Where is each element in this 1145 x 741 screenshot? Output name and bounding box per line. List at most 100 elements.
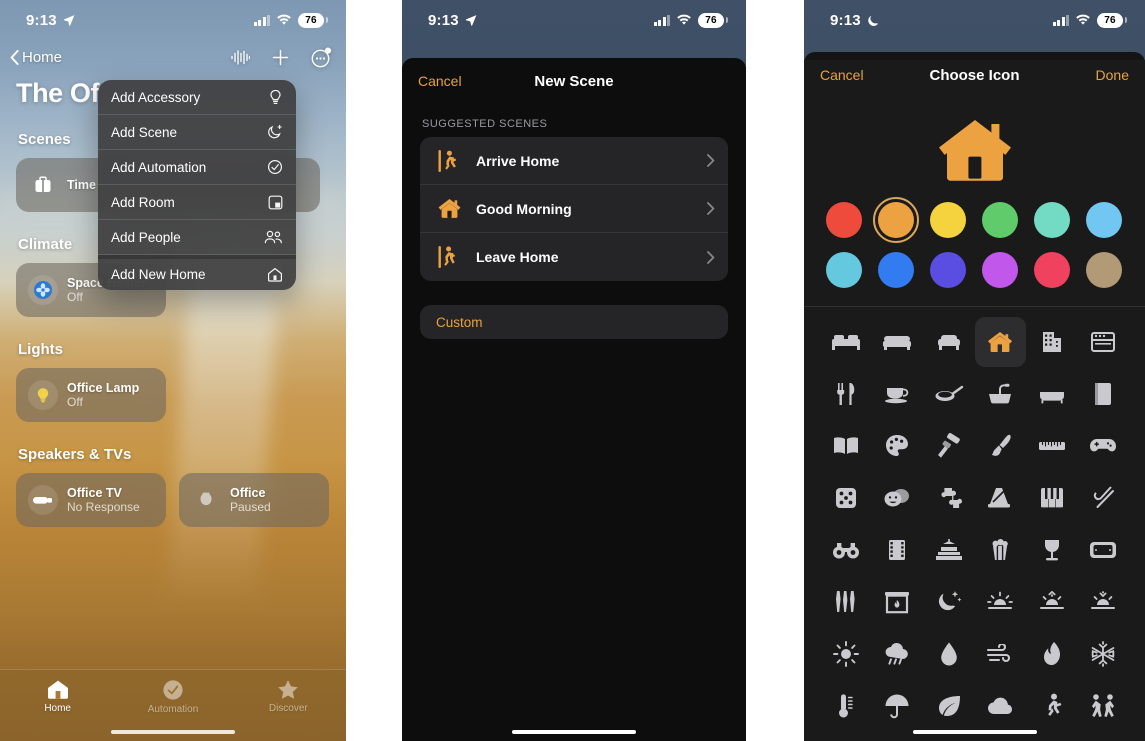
leaf-icon: [938, 695, 960, 716]
accessory-tile[interactable]: Office Paused: [179, 473, 329, 527]
icon-cell-flame[interactable]: [1026, 629, 1078, 679]
icon-cell-pan[interactable]: [923, 369, 975, 419]
icon-cell-gamepad[interactable]: [1078, 421, 1130, 471]
color-swatch-blue[interactable]: [878, 252, 914, 288]
color-swatch-purple[interactable]: [982, 252, 1018, 288]
menu-item-add-room[interactable]: Add Room: [98, 185, 296, 220]
icon-cell-paint-roller[interactable]: [923, 421, 975, 471]
icon-cell-wine-glass[interactable]: [1026, 525, 1078, 575]
menu-item-add-scene[interactable]: Add Scene: [98, 115, 296, 150]
icon-cell-cake[interactable]: [923, 525, 975, 575]
tab-home[interactable]: Home: [16, 679, 100, 714]
tab-discover[interactable]: Discover: [246, 679, 330, 714]
icon-cell-ruler[interactable]: [1026, 421, 1078, 471]
icon-cell-popcorn[interactable]: [975, 525, 1027, 575]
fan-heater-icon: [28, 275, 58, 305]
home-indicator[interactable]: [111, 729, 235, 734]
scene-row-good-morning[interactable]: Good Morning: [420, 185, 728, 233]
icon-cell-armchair[interactable]: [923, 317, 975, 367]
icon-cell-sunset[interactable]: [975, 577, 1027, 627]
icon-cell-moon-stars[interactable]: [923, 577, 975, 627]
icon-cell-house[interactable]: [974, 316, 1026, 367]
menu-item-label: Add Automation: [111, 159, 207, 175]
icon-cell-piano[interactable]: [1026, 473, 1078, 523]
cellular-signal-icon: [1052, 14, 1069, 26]
icon-cell-film-strip[interactable]: [872, 525, 924, 575]
icon-cell-oven[interactable]: [1078, 317, 1130, 367]
icon-cell-binoculars[interactable]: [820, 525, 872, 575]
icon-cell-dice[interactable]: [820, 473, 872, 523]
icon-cell-rain-cloud[interactable]: [872, 629, 924, 679]
icon-cell-paintbrush[interactable]: [975, 421, 1027, 471]
color-swatch-brown[interactable]: [1086, 252, 1122, 288]
icon-cell-teacup[interactable]: [872, 369, 924, 419]
menu-item-add-people[interactable]: Add People: [98, 220, 296, 255]
icon-cell-water-drop[interactable]: [923, 629, 975, 679]
video-box-icon: [1090, 541, 1117, 558]
menu-item-add-automation[interactable]: Add Automation: [98, 150, 296, 185]
tab-automation[interactable]: Automation: [131, 679, 215, 715]
back-button[interactable]: Home: [10, 49, 62, 66]
color-swatch-red[interactable]: [826, 202, 862, 238]
icon-cell-sundown[interactable]: [1078, 577, 1130, 627]
sofa-icon: [883, 335, 912, 350]
custom-scene-card[interactable]: Custom: [420, 305, 728, 339]
plus-icon[interactable]: [272, 49, 289, 66]
cancel-button[interactable]: Cancel: [418, 73, 462, 89]
icon-cell-building[interactable]: [1026, 317, 1078, 367]
icon-cell-tools[interactable]: [820, 577, 872, 627]
color-swatch-pink[interactable]: [1034, 252, 1070, 288]
home-indicator[interactable]: [912, 729, 1037, 734]
icon-cell-sunrise[interactable]: [1026, 577, 1078, 627]
cancel-button[interactable]: Cancel: [820, 67, 864, 83]
status-bar-1: 9:13 76: [0, 0, 346, 40]
icon-cell-wind[interactable]: [975, 629, 1027, 679]
color-swatch-light-blue[interactable]: [1086, 202, 1122, 238]
menu-item-add-new-home[interactable]: Add New Home: [98, 255, 296, 290]
waveform-icon[interactable]: [231, 49, 250, 65]
house-icon: [268, 268, 282, 282]
icon-cell-book-closed[interactable]: [1078, 369, 1130, 419]
icon-cell-tuning-fork[interactable]: [1078, 473, 1130, 523]
color-swatch-yellow[interactable]: [930, 202, 966, 238]
color-swatch-mint[interactable]: [1034, 202, 1070, 238]
icon-cell-metronome[interactable]: [975, 473, 1027, 523]
color-swatch-orange[interactable]: [873, 197, 919, 243]
color-swatch-indigo[interactable]: [930, 252, 966, 288]
accessory-tile[interactable]: Office TV No Response: [16, 473, 166, 527]
fork-knife-icon: [836, 382, 855, 405]
icon-cell-sink[interactable]: [975, 369, 1027, 419]
icon-cell-palette[interactable]: [872, 421, 924, 471]
icon-cell-video-box[interactable]: [1078, 525, 1130, 575]
icon-cell-fork-knife[interactable]: [820, 369, 872, 419]
icon-cell-fireplace[interactable]: [872, 577, 924, 627]
icon-cell-theater-masks[interactable]: [872, 473, 924, 523]
icon-cell-sofa[interactable]: [872, 317, 924, 367]
icon-cell-sun[interactable]: [820, 629, 872, 679]
home-indicator[interactable]: [512, 729, 636, 734]
accessory-tile[interactable]: Office Lamp Off: [16, 368, 166, 422]
menu-item-add-accessory[interactable]: Add Accessory: [98, 80, 296, 115]
palette-icon: [886, 435, 909, 456]
icon-cell-book-open[interactable]: [820, 421, 872, 471]
film-strip-icon: [889, 539, 906, 560]
icon-cell-leaf[interactable]: [923, 681, 975, 731]
scene-row-leave-home[interactable]: Leave Home: [420, 233, 728, 281]
icon-cell-thermometer[interactable]: [820, 681, 872, 731]
icon-cell-people-dance[interactable]: [1078, 681, 1130, 731]
done-button[interactable]: Done: [1096, 67, 1129, 83]
icon-cell-bathtub[interactable]: [1026, 369, 1078, 419]
icon-cell-puzzle[interactable]: [923, 473, 975, 523]
tile-state: Off: [67, 290, 83, 304]
icon-cell-umbrella[interactable]: [872, 681, 924, 731]
color-swatch-green[interactable]: [982, 202, 1018, 238]
icon-cell-snowflake[interactable]: [1078, 629, 1130, 679]
briefcase-icon: [28, 170, 58, 200]
icon-cell-running-person[interactable]: [1026, 681, 1078, 731]
more-ellipsis-icon[interactable]: [311, 47, 332, 68]
scene-row-arrive-home[interactable]: Arrive Home: [420, 137, 728, 185]
icon-cell-bed[interactable]: [820, 317, 872, 367]
icon-cell-cloud[interactable]: [975, 681, 1027, 731]
color-swatch-cyan[interactable]: [826, 252, 862, 288]
puzzle-icon: [941, 487, 962, 508]
